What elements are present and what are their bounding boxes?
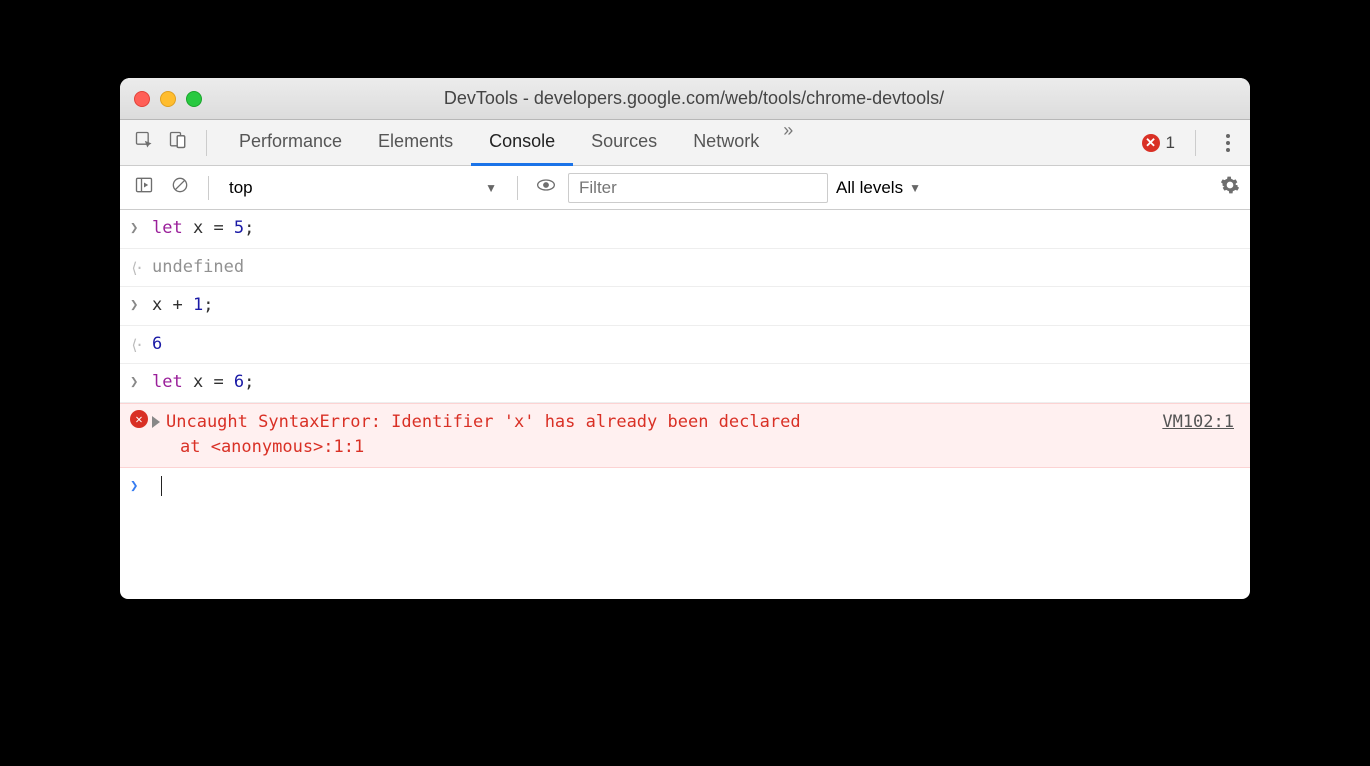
tab-console[interactable]: Console (471, 120, 573, 166)
error-stack: at <anonymous>:1:1 (152, 437, 364, 457)
input-chevron-icon: ❯ (130, 216, 152, 239)
divider (206, 130, 207, 156)
error-message: Uncaught SyntaxError: Identifier 'x' has… (166, 412, 801, 432)
divider (517, 176, 518, 200)
inspect-element-icon[interactable] (130, 126, 158, 159)
live-expression-icon[interactable] (532, 171, 560, 204)
expand-error-icon[interactable] (152, 416, 160, 428)
device-toolbar-icon[interactable] (164, 126, 192, 159)
levels-label: All levels (836, 178, 903, 198)
console-error-row: ✕ Uncaught SyntaxError: Identifier 'x' h… (120, 403, 1250, 468)
output-chevron-icon: ⟨· (130, 255, 152, 280)
tab-sources[interactable]: Sources (573, 120, 675, 166)
console-sidebar-toggle-icon[interactable] (130, 171, 158, 204)
titlebar: DevTools - developers.google.com/web/too… (120, 78, 1250, 120)
console-input-row: ❯let x = 5; (120, 210, 1250, 249)
console-filter-bar: top ▼ All levels ▼ (120, 166, 1250, 210)
close-window-button[interactable] (134, 91, 150, 107)
error-icon: ✕ (130, 410, 148, 428)
console-settings-icon[interactable] (1220, 175, 1240, 200)
divider (1195, 130, 1196, 156)
console-prompt-input[interactable] (152, 474, 1240, 500)
error-count-badge[interactable]: ✕ 1 (1142, 133, 1175, 153)
console-output-row: ⟨·undefined (120, 249, 1250, 288)
console-line-content: 6 (152, 332, 1240, 358)
panel-tabs: Performance Elements Console Sources Net… (221, 120, 799, 166)
chevron-down-icon: ▼ (909, 181, 921, 195)
tab-performance[interactable]: Performance (221, 120, 360, 166)
console-line-content: undefined (152, 255, 1240, 281)
error-count: 1 (1166, 133, 1175, 153)
error-content: Uncaught SyntaxError: Identifier 'x' has… (152, 410, 1162, 461)
filter-input[interactable] (568, 173, 828, 203)
console-output-row: ⟨·6 (120, 326, 1250, 365)
window-title: DevTools - developers.google.com/web/too… (152, 88, 1236, 109)
tabs-overflow-button[interactable]: » (777, 120, 799, 166)
prompt-chevron-icon: ❯ (130, 474, 152, 497)
clear-console-icon[interactable] (166, 171, 194, 204)
devtools-window: DevTools - developers.google.com/web/too… (120, 78, 1250, 599)
output-chevron-icon: ⟨· (130, 332, 152, 357)
console-input-row: ❯let x = 6; (120, 364, 1250, 403)
tab-network[interactable]: Network (675, 120, 777, 166)
divider (208, 176, 209, 200)
console-line-content: let x = 6; (152, 370, 1240, 396)
main-toolbar: Performance Elements Console Sources Net… (120, 120, 1250, 166)
execution-context-select[interactable]: top ▼ (223, 176, 503, 200)
settings-menu-button[interactable] (1216, 130, 1240, 156)
chevron-down-icon: ▼ (485, 181, 497, 195)
console-input-row: ❯x + 1; (120, 287, 1250, 326)
input-chevron-icon: ❯ (130, 293, 152, 316)
console-prompt-row[interactable]: ❯ (120, 468, 1250, 600)
log-levels-select[interactable]: All levels ▼ (836, 178, 921, 198)
console-output: ❯let x = 5;⟨·undefined❯x + 1;⟨·6❯let x =… (120, 210, 1250, 599)
console-line-content: let x = 5; (152, 216, 1240, 242)
console-line-content: x + 1; (152, 293, 1240, 319)
error-source-link[interactable]: VM102:1 (1162, 410, 1240, 436)
tab-elements[interactable]: Elements (360, 120, 471, 166)
error-icon: ✕ (1142, 134, 1160, 152)
input-chevron-icon: ❯ (130, 370, 152, 393)
context-label: top (229, 178, 253, 198)
